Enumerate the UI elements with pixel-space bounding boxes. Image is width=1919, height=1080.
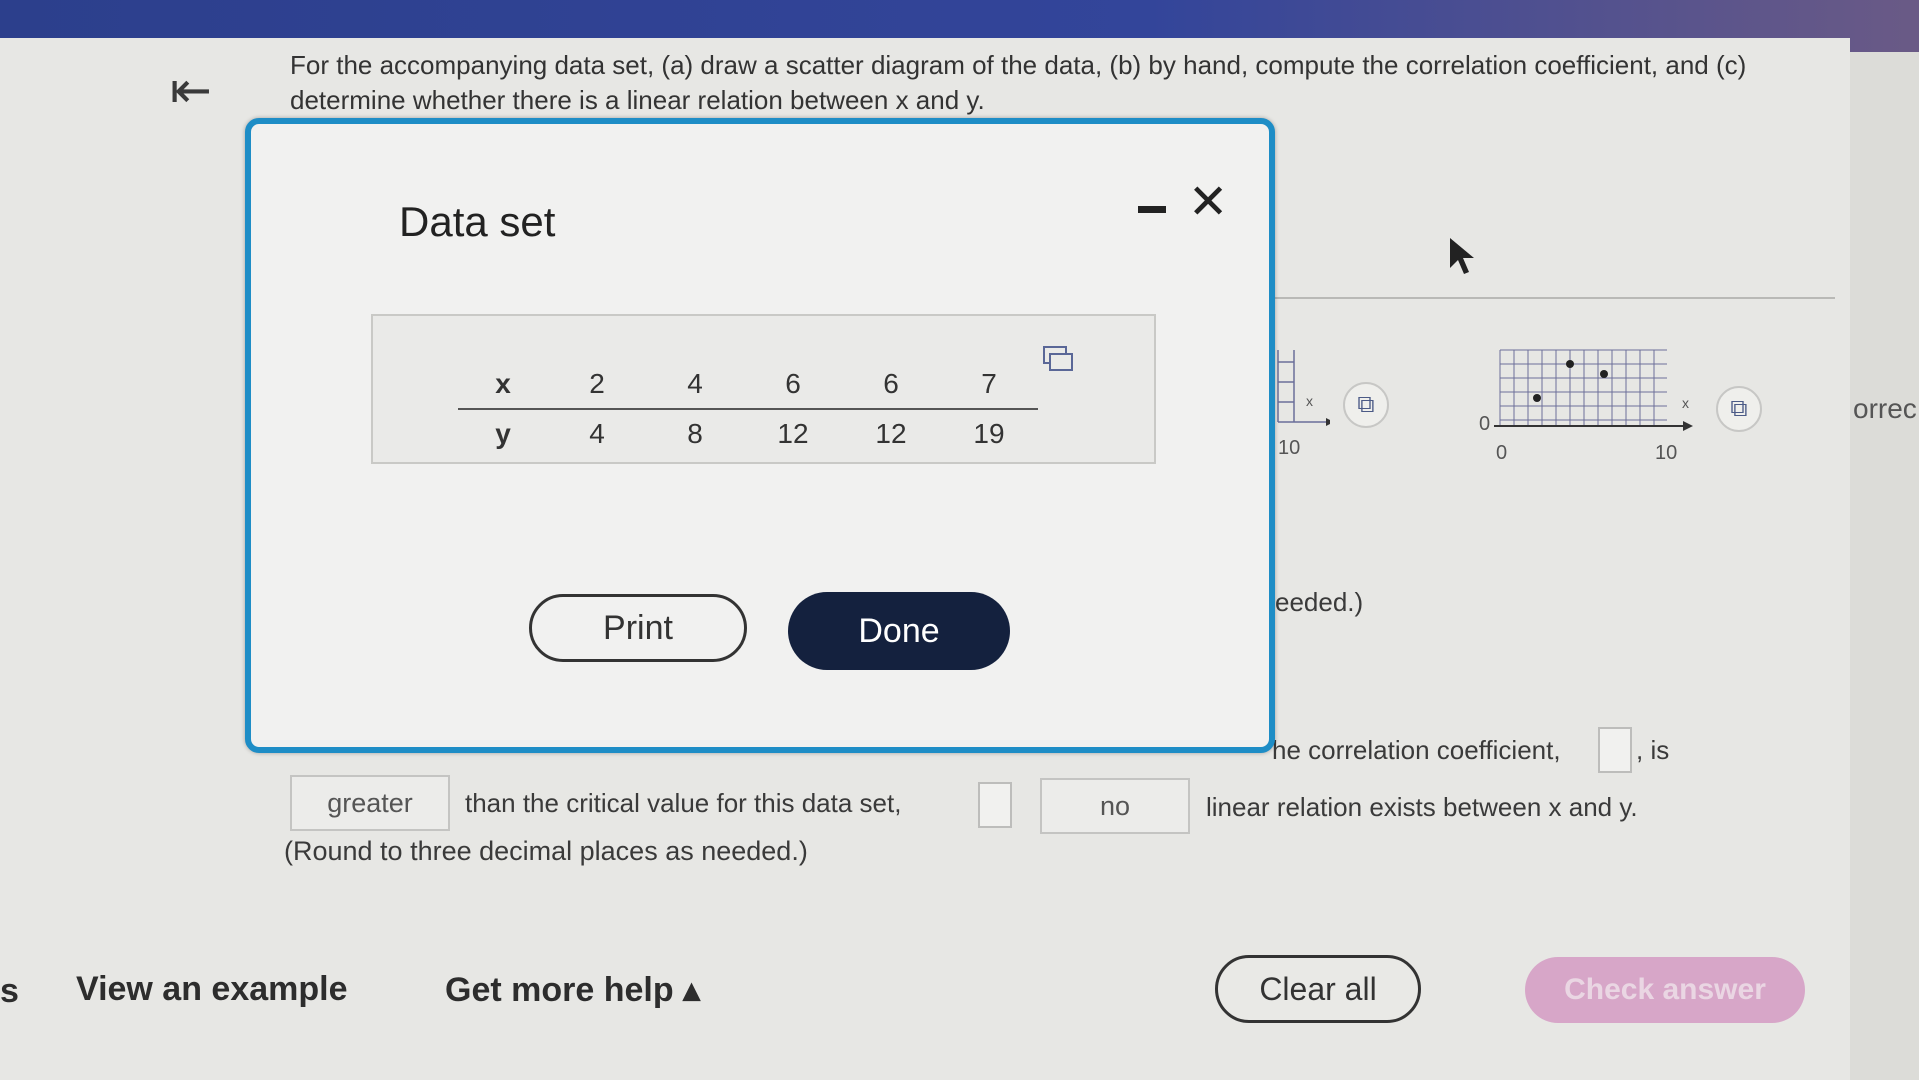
y-value: 4 [589, 418, 605, 449]
done-button[interactable]: Done [788, 592, 1010, 670]
graph-a-tick-label: 10 [1278, 437, 1301, 459]
cut-off-left-text: s [0, 972, 19, 1010]
table-row-y: y 4 8 12 12 19 [458, 409, 1038, 454]
correlation-suffix-text: , is [1636, 735, 1670, 765]
y-value: 19 [973, 418, 1005, 449]
relation-exists-dropdown[interactable]: no [1040, 778, 1190, 834]
clear-all-button[interactable]: Clear all [1215, 955, 1421, 1023]
x-value: 6 [744, 364, 842, 410]
y-value: 12 [777, 418, 809, 449]
x-value: 2 [548, 364, 646, 410]
x-value: 4 [646, 364, 744, 410]
data-table-panel: x 2 4 6 6 7 y 4 8 12 12 19 [371, 314, 1156, 464]
print-button[interactable]: Print [529, 594, 747, 662]
cut-off-answer-text: orrec [1853, 393, 1917, 424]
section-divider [1270, 297, 1835, 299]
row-label-x: x [458, 364, 548, 410]
axis-label-x: x [1306, 393, 1313, 409]
data-set-dialog: Data set ✕ x 2 4 6 6 7 y 4 8 12 12 19 Pr… [245, 118, 1275, 753]
x-value: 7 [940, 364, 1038, 410]
check-answer-button[interactable]: Check answer [1525, 957, 1805, 1023]
copy-table-icon[interactable] [1043, 346, 1073, 371]
row-label-y: y [495, 418, 511, 449]
graph-b-origin-x: 0 [1496, 442, 1508, 464]
comparison-dropdown[interactable]: greater [290, 775, 450, 831]
question-text: For the accompanying data set, (a) draw … [290, 50, 1747, 115]
view-example-link[interactable]: View an example [76, 970, 348, 1009]
correlation-prefix-text: he correlation coefficient, [1272, 735, 1561, 765]
back-arrow-icon[interactable]: ⇤ [170, 62, 232, 118]
close-icon[interactable]: ✕ [1188, 174, 1228, 230]
axis-label-x: x [1682, 395, 1689, 411]
get-more-help-link[interactable]: Get more help ▴ [445, 970, 700, 1010]
enlarge-graph-a-icon[interactable]: ⧉ [1343, 382, 1389, 428]
table-row-x: x 2 4 6 6 7 [458, 364, 1038, 410]
y-value: 8 [687, 418, 703, 449]
correlation-coefficient-input[interactable] [1598, 727, 1632, 773]
x-value: 6 [842, 364, 940, 410]
graph-b-origin-y: 0 [1479, 413, 1491, 435]
minimize-icon[interactable] [1136, 194, 1168, 222]
critical-value-text: than the critical value for this data se… [465, 788, 902, 818]
graph-b-tick-label: 10 [1655, 442, 1678, 464]
linear-relation-text: linear relation exists between x and y. [1206, 792, 1638, 822]
data-table: x 2 4 6 6 7 y 4 8 12 12 19 [458, 364, 1038, 454]
dialog-title: Data set [399, 198, 556, 245]
y-value: 12 [875, 418, 907, 449]
rounding-note: (Round to three decimal places as needed… [284, 836, 808, 866]
critical-value-input[interactable] [978, 782, 1012, 828]
round-note-partial: eeded.) [1275, 587, 1364, 617]
enlarge-graph-b-icon[interactable]: ⧉ [1716, 386, 1762, 432]
